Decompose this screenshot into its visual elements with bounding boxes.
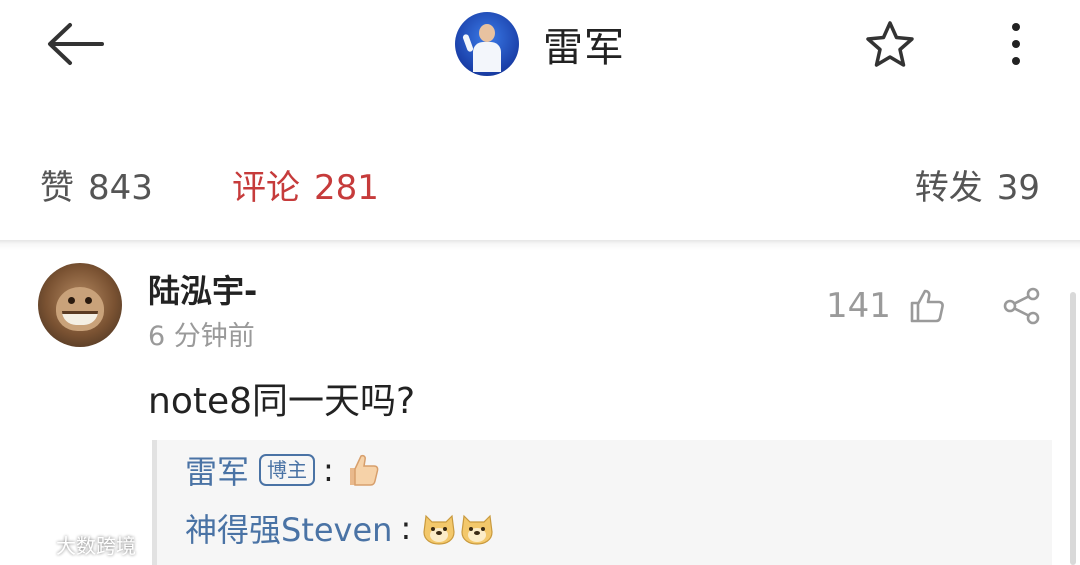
- reply-list[interactable]: 雷军 博主 : 神得强Steven :: [152, 440, 1052, 565]
- thumbs-up-icon: [910, 289, 944, 323]
- status-badge: 博主: [259, 454, 316, 486]
- comments-count: 281: [314, 168, 379, 208]
- comments-label: 评论: [232, 168, 300, 208]
- tab-likes[interactable]: 赞 843: [40, 160, 153, 209]
- likes-label: 赞: [40, 168, 74, 208]
- watermark-logo-icon: [11, 533, 50, 553]
- more-vertical-icon: [1012, 57, 1020, 65]
- reply-separator: :: [400, 509, 412, 547]
- top-bar: 雷军: [0, 0, 1080, 95]
- arrow-left-icon: [48, 23, 104, 65]
- watermark-text: 大数跨境: [56, 533, 136, 558]
- watermark: 大数跨境: [10, 528, 136, 560]
- favorite-button[interactable]: [862, 18, 918, 70]
- tab-reposts[interactable]: 转发 39: [915, 160, 1040, 209]
- divider: [0, 240, 1080, 250]
- reposts-count: 39: [996, 168, 1040, 208]
- doge-emoji: [461, 514, 493, 545]
- thumbs-up-emoji: [349, 454, 379, 486]
- more-vertical-icon: [1012, 40, 1020, 48]
- comment-like-button[interactable]: 141: [826, 286, 945, 326]
- stats-bar: 赞 843 评论 281 转发 39: [0, 140, 1080, 220]
- reply-separator: :: [323, 451, 334, 489]
- tab-comments[interactable]: 评论 281: [232, 160, 379, 209]
- comment-like-count: 141: [826, 286, 891, 326]
- reply-item: 神得强Steven :: [185, 504, 497, 552]
- comment-time: 6 分钟前: [148, 321, 255, 352]
- comment-item: 陆泓宇- 6 分钟前 141 note8同一天吗? 雷军 博主 : 神得强Ste…: [0, 250, 1080, 565]
- reply-author[interactable]: 雷军: [185, 447, 249, 493]
- avatar[interactable]: [38, 263, 122, 347]
- scrollbar[interactable]: [1070, 292, 1076, 565]
- reply-author[interactable]: 神得强Steven: [185, 505, 392, 551]
- more-options-button[interactable]: [990, 16, 1042, 72]
- star-icon: [866, 21, 914, 67]
- doge-emoji: [423, 514, 455, 545]
- avatar[interactable]: [455, 12, 519, 76]
- page-title: 雷军: [543, 25, 625, 71]
- profile-title[interactable]: 雷军: [455, 10, 625, 78]
- reposts-label: 转发: [914, 168, 983, 208]
- share-icon: [1003, 287, 1040, 325]
- back-button[interactable]: [40, 18, 110, 70]
- reply-item: 雷军 博主 :: [185, 446, 382, 494]
- comment-author[interactable]: 陆泓宇-: [148, 266, 257, 312]
- more-vertical-icon: [1012, 23, 1020, 31]
- comment-text: note8同一天吗?: [148, 381, 416, 422]
- likes-count: 843: [88, 168, 153, 208]
- comment-share-button[interactable]: [1002, 286, 1042, 326]
